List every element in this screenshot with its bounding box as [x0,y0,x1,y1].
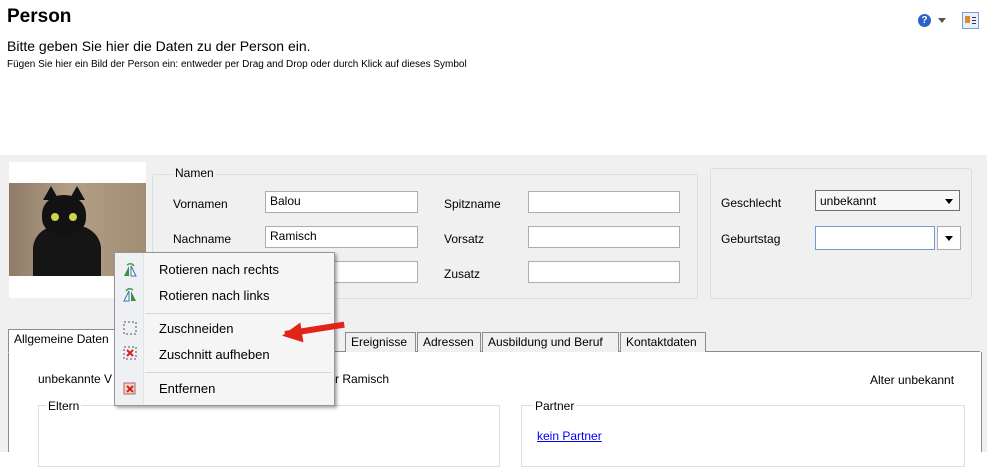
rotate-left-icon [122,287,138,303]
picture-hint: Fügen Sie hier ein Bild der Person ein: … [7,59,467,70]
vorsatz-label: Vorsatz [444,232,485,246]
menu-item-crop[interactable]: Zuschneiden [159,321,233,336]
vornamen-label: Vornamen [173,197,228,211]
age-text: Alter unbekannt [870,373,955,387]
rotate-right-icon [122,262,138,278]
spitzname-input[interactable] [528,191,680,213]
tab-adressen[interactable]: Adressen [417,332,481,352]
partner-link[interactable]: kein Partner [537,429,602,443]
zusatz-input[interactable] [528,261,680,283]
contact-card-icon[interactable] [962,12,979,29]
names-legend: Namen [173,166,216,180]
zusatz-label: Zusatz [444,267,481,281]
tab-ereignisse[interactable]: Ereignisse [345,332,416,352]
crop-remove-icon [122,345,138,361]
annotation-arrow-head [280,322,304,346]
nachname-input[interactable]: Ramisch [265,226,418,248]
crop-icon [122,320,138,336]
vorsatz-input[interactable] [528,226,680,248]
chevron-down-icon[interactable] [938,18,946,23]
partner-legend: Partner [533,399,577,413]
menu-item-crop-remove[interactable]: Zuschnitt aufheben [159,347,270,362]
menu-item-rotate-right[interactable]: Rotieren nach rechts [159,262,279,277]
page-title: Person [7,6,72,27]
vornamen-input[interactable]: Balou [265,191,418,213]
help-icon[interactable]: ? [918,14,931,27]
name-text: r Ramisch [335,372,390,386]
geschlecht-select[interactable]: unbekannt [815,190,960,211]
chevron-down-icon [945,236,953,241]
unknown-prefix-text: unbekannte V [38,372,113,386]
chevron-down-icon [945,199,953,204]
date-picker-button[interactable] [937,226,961,250]
spitzname-label: Spitzname [444,197,501,211]
geburtstag-input[interactable] [815,226,935,250]
tab-ausbildung-und-beruf[interactable]: Ausbildung und Beruf [482,332,619,352]
geschlecht-label: Geschlecht [721,196,782,210]
geschlecht-value: unbekannt [820,194,877,208]
parents-legend: Eltern [46,399,82,413]
page-subtitle: Bitte geben Sie hier die Daten zu der Pe… [7,38,311,54]
geburtstag-label: Geburtstag [721,232,781,246]
menu-item-remove[interactable]: Entfernen [159,381,215,396]
remove-picture-icon [122,380,138,396]
nachname-label: Nachname [173,232,232,246]
tab-kontaktdaten[interactable]: Kontaktdaten [620,332,706,352]
menu-item-rotate-left[interactable]: Rotieren nach links [159,288,270,303]
parents-group [38,405,500,467]
